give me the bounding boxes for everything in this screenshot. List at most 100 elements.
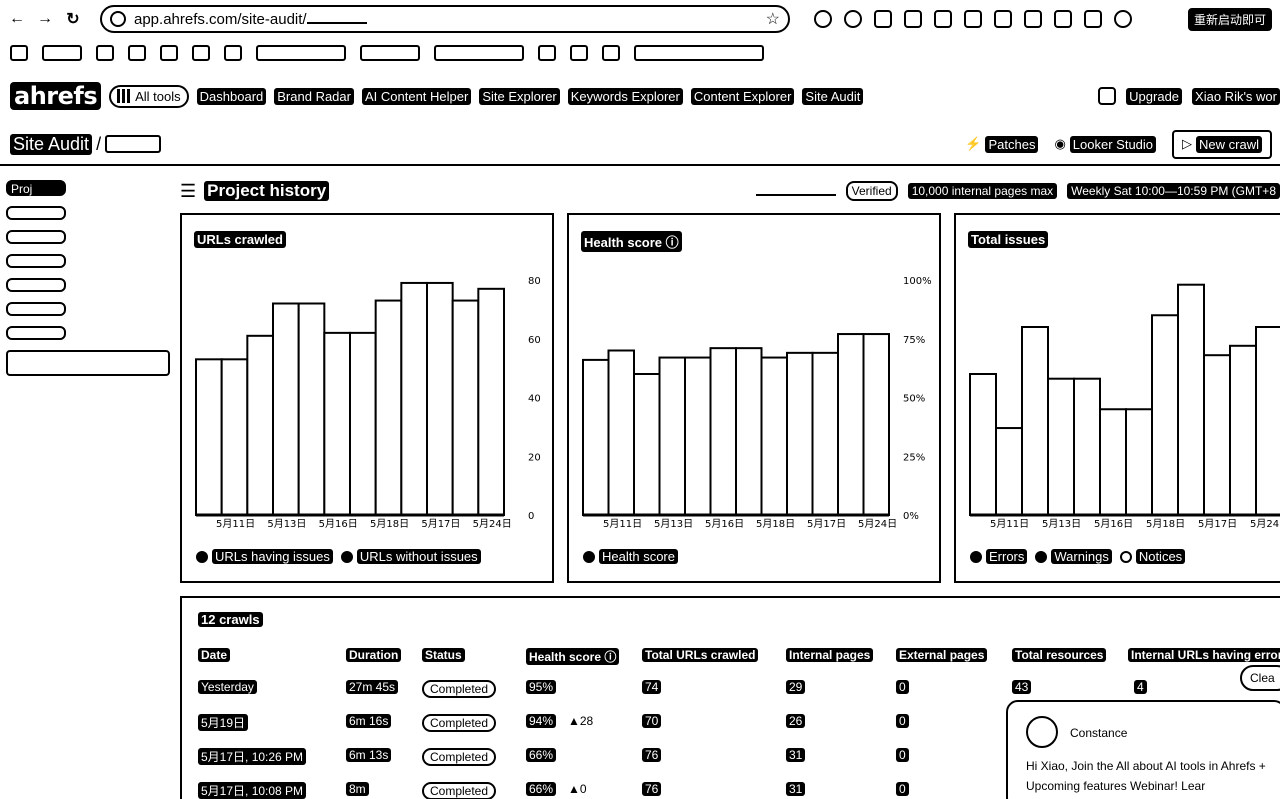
restart-button[interactable]: 重新启动即可 bbox=[1187, 7, 1272, 31]
legend-item[interactable]: Warnings bbox=[1035, 549, 1112, 564]
breadcrumb-project[interactable] bbox=[105, 135, 162, 153]
column-header-status[interactable]: Status bbox=[422, 648, 465, 662]
chart-bar[interactable] bbox=[297, 302, 326, 516]
sidebar-item[interactable] bbox=[6, 206, 66, 220]
status-badge[interactable]: Completed bbox=[422, 782, 497, 799]
chart-bar[interactable] bbox=[786, 351, 814, 516]
notification-icon[interactable] bbox=[1098, 87, 1117, 105]
chart-bar[interactable] bbox=[633, 373, 661, 516]
chart-bar[interactable] bbox=[1021, 326, 1049, 516]
bookmark-item[interactable] bbox=[360, 45, 420, 61]
chart-bar[interactable] bbox=[426, 281, 454, 516]
sidebar-item[interactable] bbox=[6, 254, 66, 268]
ahrefs-logo[interactable]: ahrefs bbox=[10, 82, 102, 110]
nav-content-explorer[interactable]: Content Explorer bbox=[690, 87, 795, 105]
bookmark-item[interactable] bbox=[160, 45, 178, 61]
forward-icon[interactable]: → bbox=[36, 10, 54, 28]
chart-bar[interactable] bbox=[1255, 326, 1280, 516]
bookmark-star-icon[interactable]: ☆ bbox=[766, 9, 780, 29]
chart-bar[interactable] bbox=[195, 358, 223, 516]
nav-brand-radar[interactable]: Brand Radar bbox=[274, 87, 354, 105]
chart-bar[interactable] bbox=[1047, 377, 1075, 516]
chart-bar[interactable] bbox=[969, 373, 997, 516]
bookmark-item[interactable] bbox=[634, 45, 764, 61]
url-text[interactable]: app.ahrefs.com/site-audit/ bbox=[134, 11, 758, 28]
column-header-health-score[interactable]: Health score ⓘ bbox=[526, 648, 620, 665]
status-badge[interactable]: Completed bbox=[422, 680, 497, 698]
chart-bar[interactable] bbox=[995, 427, 1023, 516]
status-badge[interactable]: Completed bbox=[422, 748, 497, 766]
chart-bar[interactable] bbox=[272, 302, 300, 516]
nav-site-audit[interactable]: Site Audit bbox=[802, 87, 864, 105]
patches-button[interactable]: ⚡ Patches bbox=[965, 135, 1039, 153]
extension-icon[interactable] bbox=[814, 10, 832, 28]
extension-icon[interactable] bbox=[1054, 10, 1072, 28]
chart-bar[interactable] bbox=[1151, 314, 1179, 516]
bookmark-item[interactable] bbox=[224, 45, 242, 61]
chart-bar[interactable] bbox=[477, 287, 506, 516]
menu-icon[interactable]: ☰ bbox=[180, 181, 196, 202]
nav-keywords-explorer[interactable]: Keywords Explorer bbox=[567, 87, 683, 105]
bookmark-item[interactable] bbox=[538, 45, 556, 61]
bookmark-item[interactable] bbox=[128, 45, 146, 61]
chart-bar[interactable] bbox=[582, 358, 610, 516]
extension-icon[interactable] bbox=[1024, 10, 1042, 28]
bookmark-item[interactable] bbox=[192, 45, 210, 61]
bookmark-item[interactable] bbox=[434, 45, 524, 61]
profile-avatar-icon[interactable] bbox=[1114, 10, 1132, 28]
bookmark-item[interactable] bbox=[570, 45, 588, 61]
chart-bar[interactable] bbox=[735, 347, 763, 516]
chart-bar[interactable] bbox=[1229, 344, 1257, 516]
chart-bar[interactable] bbox=[1099, 408, 1127, 516]
chart-bar[interactable] bbox=[1203, 354, 1231, 516]
chart-bar[interactable] bbox=[1177, 283, 1205, 516]
breadcrumb-site-audit[interactable]: Site Audit bbox=[10, 133, 93, 155]
sidebar-item[interactable] bbox=[6, 230, 66, 244]
bookmark-item[interactable] bbox=[96, 45, 114, 61]
column-header-internal-pages[interactable]: Internal pages bbox=[786, 648, 874, 662]
sidebar-item[interactable] bbox=[6, 326, 66, 340]
nav-dashboard[interactable]: Dashboard bbox=[196, 87, 267, 105]
column-header-internal-urls-error[interactable]: Internal URLs having error bbox=[1128, 648, 1280, 662]
clear-button[interactable]: Clea bbox=[1240, 665, 1280, 691]
new-crawl-button[interactable]: ▷ New crawl bbox=[1172, 129, 1272, 159]
looker-studio-button[interactable]: ◉ Looker Studio bbox=[1054, 135, 1157, 153]
chart-bar[interactable] bbox=[760, 356, 788, 516]
sidebar-item-active[interactable] bbox=[6, 350, 170, 376]
column-header-date[interactable]: Date bbox=[198, 648, 231, 662]
extension-icon[interactable] bbox=[934, 10, 952, 28]
nav-site-explorer[interactable]: Site Explorer bbox=[479, 87, 560, 105]
chart-bar[interactable] bbox=[684, 356, 712, 516]
chart-bar[interactable] bbox=[1125, 408, 1153, 516]
legend-item[interactable]: URLs having issues bbox=[196, 549, 333, 564]
chart-bar[interactable] bbox=[607, 349, 635, 516]
chart-bar[interactable] bbox=[349, 331, 377, 516]
site-info-icon[interactable] bbox=[110, 11, 126, 27]
chart-bar[interactable] bbox=[837, 333, 865, 516]
back-icon[interactable]: ← bbox=[8, 10, 26, 28]
column-header-total-resources[interactable]: Total resources bbox=[1012, 648, 1107, 662]
extension-icon[interactable] bbox=[874, 10, 892, 28]
chart-bar[interactable] bbox=[400, 281, 428, 516]
chart-bar[interactable] bbox=[1073, 377, 1101, 516]
account-menu[interactable]: Xiao Rik's wor bbox=[1192, 87, 1280, 105]
chart-bar[interactable] bbox=[709, 347, 737, 516]
sidebar-item-projects[interactable]: Proj bbox=[6, 180, 66, 196]
chat-popup[interactable]: Constance Hi Xiao, Join the All about AI… bbox=[1006, 700, 1280, 799]
status-badge[interactable]: Completed bbox=[422, 714, 497, 732]
extension-icon[interactable] bbox=[1084, 10, 1102, 28]
column-header-total-urls[interactable]: Total URLs crawled bbox=[642, 648, 759, 662]
legend-item[interactable]: URLs without issues bbox=[340, 549, 481, 564]
extension-icon[interactable] bbox=[904, 10, 922, 28]
chart-bar[interactable] bbox=[374, 299, 403, 516]
chart-bar[interactable] bbox=[220, 358, 249, 516]
chart-bar[interactable] bbox=[811, 351, 839, 516]
sidebar-item[interactable] bbox=[6, 302, 66, 316]
extension-icon[interactable] bbox=[994, 10, 1012, 28]
address-bar[interactable]: app.ahrefs.com/site-audit/ ☆ bbox=[100, 5, 790, 33]
chart-bar[interactable] bbox=[246, 334, 275, 516]
sidebar-item[interactable] bbox=[6, 278, 66, 292]
reload-icon[interactable]: ↻ bbox=[64, 10, 82, 28]
extension-icon[interactable] bbox=[844, 10, 862, 28]
bookmark-item[interactable] bbox=[42, 45, 82, 61]
